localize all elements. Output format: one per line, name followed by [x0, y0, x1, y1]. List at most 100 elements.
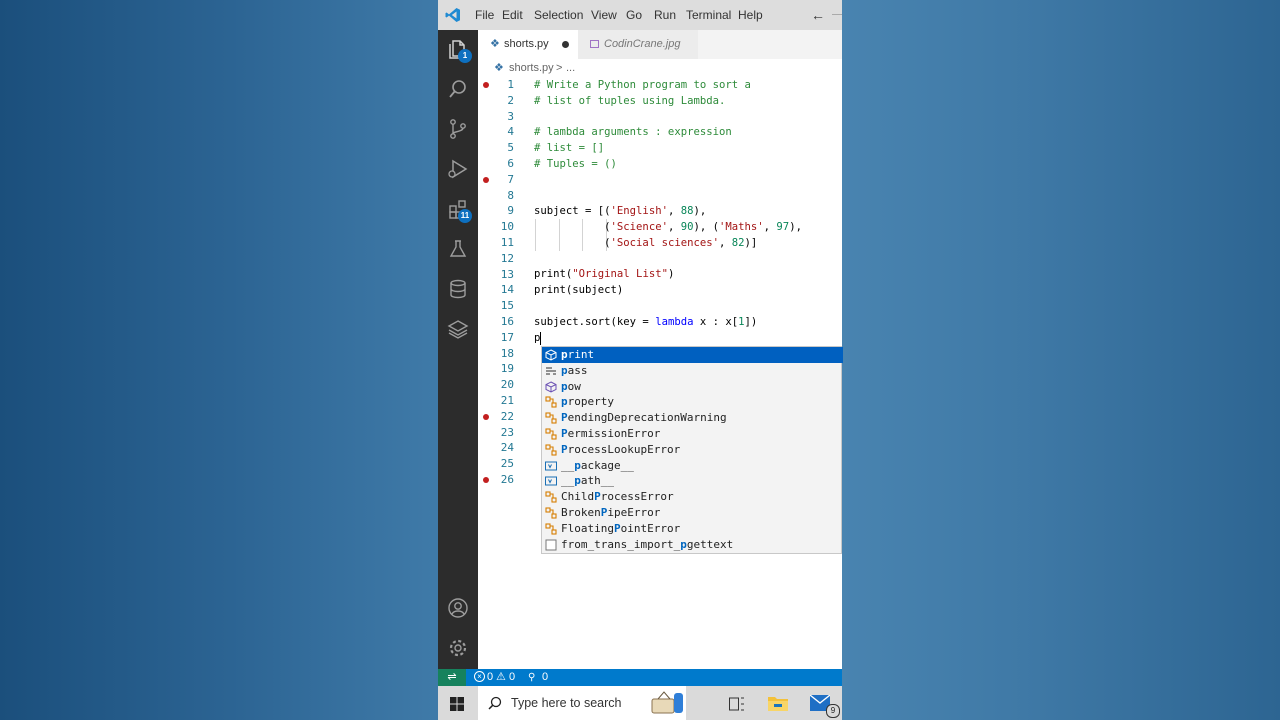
class-icon	[545, 507, 557, 519]
gutter-line[interactable]: 11	[478, 235, 542, 251]
gutter-line[interactable]: 1	[478, 77, 542, 93]
gutter-line[interactable]: 24	[478, 440, 542, 456]
gutter-line[interactable]: 22	[478, 409, 542, 425]
menu-file[interactable]: File	[475, 0, 494, 30]
gutter-line[interactable]: 7	[478, 172, 542, 188]
source-control-button[interactable]	[438, 110, 478, 150]
suggestion-label: ProcessLookupError	[561, 442, 681, 456]
gutter-line[interactable]: 19	[478, 361, 542, 377]
suggestion-item[interactable]: ProcessLookupError	[542, 442, 843, 458]
menu-edit[interactable]: Edit	[502, 0, 523, 30]
file-explorer-icon[interactable]	[768, 695, 788, 715]
suggestion-item[interactable]: print	[542, 347, 843, 363]
settings-button[interactable]	[438, 629, 478, 669]
warning-count[interactable]: 0	[509, 669, 515, 686]
menu-run[interactable]: Run	[654, 0, 676, 30]
remote-icon[interactable]: ⇌	[438, 669, 466, 686]
breadcrumb-separator: >	[556, 62, 563, 74]
suggestion-label: ChildProcessError	[561, 490, 674, 504]
class-icon	[545, 412, 557, 424]
line-number: 8	[507, 188, 514, 202]
gutter-line[interactable]: 18	[478, 346, 542, 362]
suggestion-item[interactable]: pass	[542, 363, 843, 379]
gutter-line[interactable]: 12	[478, 251, 542, 267]
text-cursor	[540, 331, 542, 345]
testing-button[interactable]	[438, 230, 478, 270]
modified-dot-icon[interactable]	[562, 41, 569, 48]
explorer-button[interactable]: 1	[438, 30, 478, 70]
suggestion-item[interactable]: ChildProcessError	[542, 489, 843, 505]
suggestion-label: __package__	[561, 458, 634, 472]
breadcrumb-rest[interactable]: ...	[566, 59, 575, 77]
breakpoint-icon[interactable]	[483, 82, 489, 88]
ports-count[interactable]: 0	[542, 669, 548, 686]
gutter-line[interactable]: 23	[478, 425, 542, 441]
gutter-line[interactable]: 13	[478, 267, 542, 283]
variable-icon	[545, 475, 557, 487]
line-number: 2	[507, 93, 514, 107]
suggestion-item[interactable]: __package__	[542, 458, 843, 474]
menu-help[interactable]: Help	[738, 0, 763, 30]
code-line-11: ('Social sciences', 82)]	[534, 237, 758, 249]
search-button[interactable]	[438, 70, 478, 110]
task-view-icon[interactable]	[729, 696, 745, 715]
image-file-icon	[590, 40, 599, 48]
gutter-line[interactable]: 6	[478, 156, 542, 172]
ports-icon[interactable]: ⚲	[528, 669, 535, 686]
run-debug-button[interactable]	[438, 150, 478, 190]
back-arrow-icon[interactable]: ←	[811, 0, 825, 30]
breakpoint-icon[interactable]	[483, 413, 489, 420]
gutter-line[interactable]: 10	[478, 219, 542, 235]
suggestion-item[interactable]: from_trans_import_pgettext	[542, 537, 843, 553]
gutter-line[interactable]: 8	[478, 188, 542, 204]
gutter-line[interactable]: 14	[478, 282, 542, 298]
search-icon	[488, 695, 502, 714]
windows-start-icon[interactable]	[450, 696, 464, 711]
explorer-badge: 1	[458, 49, 472, 63]
breakpoint-icon[interactable]	[483, 176, 489, 183]
code-line-10: ('Science', 90), ('Maths', 97),	[534, 221, 802, 233]
database-button[interactable]	[438, 270, 478, 310]
class-icon	[545, 428, 557, 440]
breadcrumb-file[interactable]: shorts.py	[509, 59, 554, 77]
gutter-line[interactable]: 15	[478, 298, 542, 314]
text-icon	[545, 539, 557, 551]
gutter-line[interactable]: 4	[478, 124, 542, 140]
gutter-line[interactable]: 25	[478, 456, 542, 472]
search-highlight-icon[interactable]	[650, 690, 684, 716]
suggestion-label: FloatingPointError	[561, 521, 681, 535]
taskbar-search[interactable]: Type here to search	[478, 686, 686, 720]
tab-codincrane-jpg[interactable]: CodinCrane.jpg	[578, 30, 698, 59]
forward-arrow-icon[interactable]	[832, 14, 842, 15]
gutter-line[interactable]: 2	[478, 93, 542, 109]
gutter-line[interactable]: 20	[478, 377, 542, 393]
suggestion-item[interactable]: FloatingPointError	[542, 521, 843, 537]
error-count[interactable]: 0	[487, 669, 493, 686]
menu-view[interactable]: View	[591, 0, 617, 30]
line-number: 14	[500, 283, 514, 297]
suggestion-item[interactable]: pow	[542, 379, 843, 395]
suggestion-item[interactable]: __path__	[542, 473, 843, 489]
gutter-line[interactable]: 16	[478, 314, 542, 330]
menu-selection[interactable]: Selection	[534, 0, 583, 30]
suggestion-item[interactable]: property	[542, 394, 843, 410]
extensions-button[interactable]: 11	[438, 190, 478, 230]
gutter-line[interactable]: 26	[478, 472, 542, 488]
breakpoint-icon[interactable]	[483, 477, 489, 483]
tab-shorts-py[interactable]: ❖ shorts.py	[478, 30, 578, 59]
menu-go[interactable]: Go	[626, 0, 642, 30]
suggestion-item[interactable]: PermissionError	[542, 426, 843, 442]
gutter-line[interactable]: 5	[478, 140, 542, 156]
gutter-line[interactable]: 21	[478, 393, 542, 409]
gutter-line[interactable]: 3	[478, 109, 542, 125]
gutter-line[interactable]: 17	[478, 330, 542, 346]
error-icon[interactable]: ×	[474, 671, 485, 682]
gutter-line[interactable]: 9	[478, 203, 542, 219]
suggestion-item[interactable]: BrokenPipeError	[542, 505, 843, 521]
account-button[interactable]	[438, 589, 478, 629]
layers-button[interactable]	[438, 310, 478, 350]
line-number: 5	[507, 141, 514, 155]
warning-icon[interactable]: ⚠	[496, 669, 506, 686]
suggestion-item[interactable]: PendingDeprecationWarning	[542, 410, 843, 426]
menu-terminal[interactable]: Terminal	[686, 0, 731, 30]
